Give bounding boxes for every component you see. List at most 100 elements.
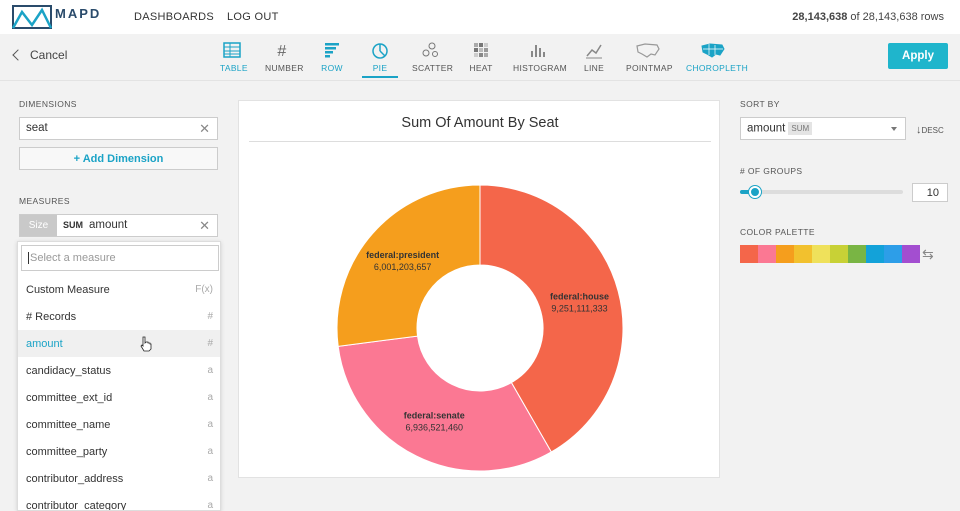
row-chart-icon [325, 43, 339, 58]
pie-icon [372, 43, 388, 59]
item-type: a [207, 446, 213, 457]
chart-type-line[interactable]: LINE [583, 41, 605, 73]
list-item[interactable]: candidacy_status a [18, 357, 220, 384]
item-type: a [207, 365, 213, 376]
slice-label: federal:house [550, 291, 609, 301]
sort-aggregate-badge: SUM [788, 122, 813, 135]
add-dimension-button[interactable]: + Add Dimension [19, 147, 218, 170]
list-item[interactable]: contributor_category a [18, 492, 220, 511]
palette-swatch [758, 245, 776, 263]
remove-dimension-close-icon[interactable]: ✕ [199, 121, 210, 137]
sort-by-label: SORT BY [740, 99, 780, 109]
rows-count: 28,143,638 of 28,143,638 rows [792, 11, 944, 23]
chart-type-table[interactable]: TABLE [220, 41, 247, 73]
rows-total: of 28,143,638 rows [850, 11, 944, 23]
chart-type-scatter[interactable]: SCATTER [412, 41, 453, 73]
histogram-icon [531, 45, 545, 57]
sort-by-select[interactable]: amount SUM [740, 117, 906, 140]
chart-type-number[interactable]: # NUMBER [265, 41, 303, 73]
item-type: a [207, 392, 213, 403]
chart-card: Sum Of Amount By Seat federal:house 9,251… [238, 100, 720, 478]
choropleth-map-icon [701, 43, 725, 58]
color-palette-swatches[interactable] [740, 245, 920, 263]
swap-palette-icon[interactable]: ⇆ [922, 246, 934, 263]
groups-label: # OF GROUPS [740, 166, 803, 176]
rows-shown: 28,143,638 [792, 11, 848, 23]
chart-type-row[interactable]: ROW [321, 41, 343, 73]
line-chart-icon [586, 44, 602, 59]
list-item[interactable]: committee_name a [18, 411, 220, 438]
list-item[interactable]: committee_party a [18, 438, 220, 465]
logout-link[interactable]: LOG OUT [227, 11, 279, 23]
chevron-left-icon [12, 49, 24, 61]
palette-swatch [866, 245, 884, 263]
groups-slider-handle[interactable] [748, 186, 761, 198]
chart-type-choropleth[interactable]: CHOROPLETH [686, 41, 748, 73]
palette-swatch [848, 245, 866, 263]
slice-label: federal:senate [404, 410, 465, 420]
dimension-value: seat [26, 122, 48, 134]
hash-icon: # [277, 43, 286, 59]
pie-chart: federal:house 9,251,111,333 federal:senate… [336, 184, 624, 472]
item-type: F(x) [195, 284, 213, 295]
chart-type-label: PIE [372, 63, 388, 73]
remove-measure-close-icon[interactable]: ✕ [199, 218, 210, 234]
list-item[interactable]: contributor_address a [18, 465, 220, 492]
palette-swatch [794, 245, 812, 263]
chart-type-heat[interactable]: HEAT [469, 41, 493, 73]
measure-aggregate[interactable]: SUM [63, 220, 83, 230]
measure-name: amount [89, 219, 128, 231]
logo-text: MAPD [55, 6, 102, 21]
dashboards-link[interactable]: DASHBOARDS [134, 11, 214, 23]
palette-swatch [830, 245, 848, 263]
cancel-button[interactable]: Cancel [12, 48, 68, 62]
table-icon [223, 42, 241, 58]
chart-type-label: ROW [321, 63, 343, 73]
slice-value-label: 9,251,111,333 [551, 303, 607, 313]
us-map-icon [636, 43, 660, 58]
item-type: # [207, 311, 213, 322]
hand-cursor-icon [140, 336, 152, 352]
slice-label: federal:president [366, 250, 439, 260]
pie-slice[interactable] [337, 335, 552, 472]
item-label: contributor_address [26, 473, 124, 485]
item-label: contributor_category [26, 500, 127, 511]
divider [0, 80, 960, 81]
chart-type-histogram[interactable]: HISTOGRAM [513, 41, 567, 73]
list-item[interactable]: amount # [18, 330, 220, 357]
measure-search-input[interactable]: Select a measure [21, 245, 219, 271]
apply-button[interactable]: Apply [888, 43, 948, 69]
item-type: a [207, 473, 213, 484]
chart-type-label: HEAT [469, 63, 493, 73]
list-item[interactable]: Custom Measure F(x) [18, 276, 220, 303]
measure-dropdown: Select a measure Custom Measure F(x) # Re… [17, 241, 221, 511]
chart-type-label: POINTMAP [626, 63, 673, 73]
item-label: committee_name [26, 419, 111, 431]
list-item[interactable]: committee_ext_id a [18, 384, 220, 411]
dimensions-label: DIMENSIONS [19, 99, 77, 109]
svg-text:#: # [277, 43, 286, 59]
groups-input[interactable]: 10 [912, 183, 948, 202]
item-label: committee_party [26, 446, 108, 458]
list-item[interactable]: # Records # [18, 303, 220, 330]
top-nav: MAPD DASHBOARDS LOG OUT 28,143,638 of 28… [0, 0, 960, 34]
palette-swatch [776, 245, 794, 263]
chart-type-pointmap[interactable]: POINTMAP [626, 41, 673, 73]
measure-field[interactable]: Size SUM amount ✕ [19, 214, 218, 237]
cancel-label: Cancel [30, 48, 68, 62]
sort-field: amount [747, 122, 786, 135]
dimension-field[interactable]: seat ✕ [19, 117, 218, 140]
chart-type-pie[interactable]: PIE [362, 41, 398, 78]
measures-label: MEASURES [19, 196, 70, 206]
color-palette-label: COLOR PALETTE [740, 227, 815, 237]
slice-value-label: 6,001,203,657 [374, 262, 432, 272]
palette-swatch [884, 245, 902, 263]
scatter-icon [422, 42, 438, 57]
slice-value-label: 6,936,521,460 [405, 422, 463, 432]
sort-direction-button[interactable]: ↓DESC [916, 124, 944, 136]
item-type: a [207, 500, 213, 511]
heatmap-icon [474, 43, 488, 57]
chart-type-label: SCATTER [412, 63, 454, 73]
search-placeholder: Select a measure [30, 252, 116, 264]
groups-slider-track[interactable] [740, 190, 903, 194]
